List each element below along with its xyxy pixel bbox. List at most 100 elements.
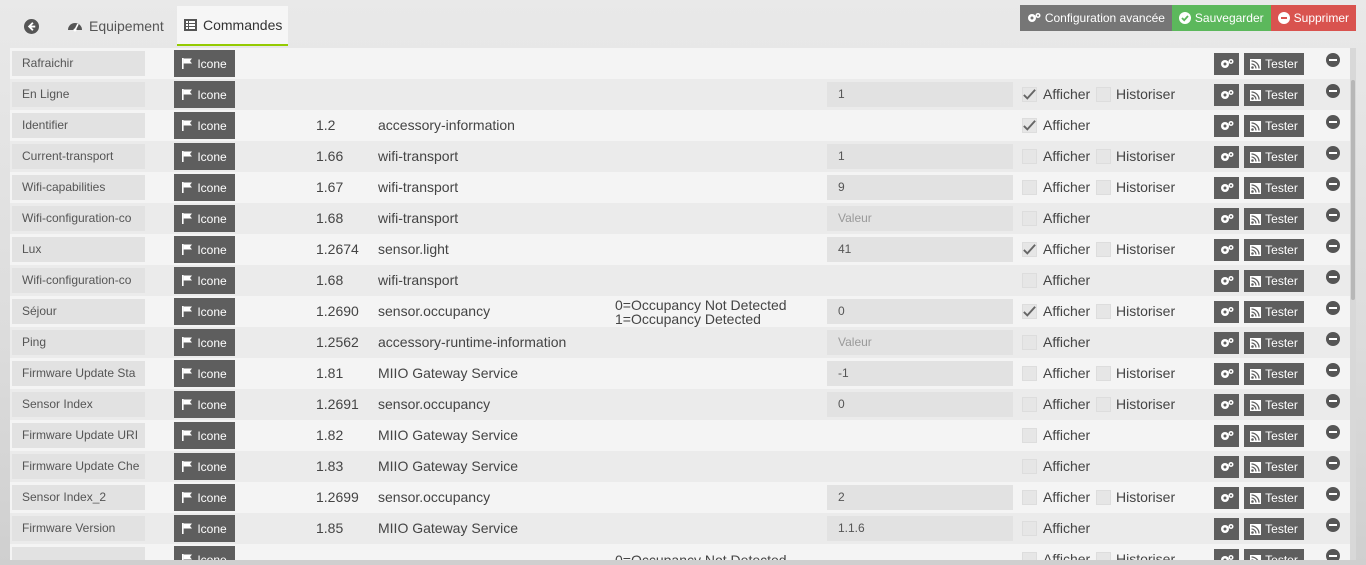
command-name-field[interactable]: Ping	[12, 330, 145, 355]
test-button[interactable]: Tester	[1244, 363, 1304, 385]
test-button[interactable]: Tester	[1244, 239, 1304, 261]
command-config-button[interactable]	[1214, 146, 1239, 168]
value-field[interactable]: 9	[827, 175, 1013, 200]
historiser-checkbox[interactable]	[1096, 366, 1111, 381]
remove-command-icon[interactable]	[1326, 146, 1340, 160]
remove-command-icon[interactable]	[1326, 301, 1340, 315]
remove-command-icon[interactable]	[1326, 84, 1340, 98]
command-name-field[interactable]: Sensor Index	[12, 392, 145, 417]
command-config-button[interactable]	[1214, 208, 1239, 230]
test-button[interactable]: Tester	[1244, 394, 1304, 416]
command-name-field[interactable]: Firmware Update Che	[12, 454, 145, 479]
advanced-config-button[interactable]: Configuration avancée	[1019, 5, 1172, 31]
afficher-checkbox[interactable]	[1022, 335, 1037, 350]
command-name-field[interactable]: Current-transport	[12, 144, 145, 169]
test-button[interactable]: Tester	[1244, 270, 1304, 292]
historiser-checkbox[interactable]	[1096, 242, 1111, 257]
historiser-checkbox[interactable]	[1096, 552, 1111, 560]
icon-button[interactable]: Icone	[174, 205, 235, 232]
value-field[interactable]: -1	[827, 361, 1013, 386]
icon-button[interactable]: Icone	[174, 453, 235, 480]
remove-command-icon[interactable]	[1326, 518, 1340, 532]
test-button[interactable]: Tester	[1244, 549, 1304, 560]
remove-command-icon[interactable]	[1326, 270, 1340, 284]
command-name-field[interactable]: Séjour	[12, 299, 145, 324]
value-field[interactable]: 1	[827, 82, 1013, 107]
command-config-button[interactable]	[1214, 487, 1239, 509]
remove-command-icon[interactable]	[1326, 456, 1340, 470]
historiser-checkbox[interactable]	[1096, 180, 1111, 195]
command-config-button[interactable]	[1214, 518, 1239, 540]
command-name-field[interactable]: En Ligne	[12, 82, 145, 107]
icon-button[interactable]: Icone	[174, 391, 235, 418]
afficher-checkbox[interactable]	[1022, 180, 1037, 195]
command-name-field[interactable]: Firmware Update Sta	[12, 361, 145, 386]
value-field[interactable]: 1.1.6	[827, 516, 1013, 541]
value-field[interactable]: 0	[827, 299, 1013, 324]
remove-command-icon[interactable]	[1326, 115, 1340, 129]
test-button[interactable]: Tester	[1244, 177, 1304, 199]
afficher-checkbox[interactable]	[1022, 149, 1037, 164]
command-name-field[interactable]: Firmware Update URI	[12, 423, 145, 448]
icon-button[interactable]: Icone	[174, 329, 235, 356]
command-name-field[interactable]: Firmware Version	[12, 516, 145, 541]
afficher-checkbox[interactable]	[1022, 552, 1037, 560]
icon-button[interactable]: Icone	[174, 267, 235, 294]
icon-button[interactable]: Icone	[174, 515, 235, 542]
command-config-button[interactable]	[1214, 332, 1239, 354]
command-config-button[interactable]	[1214, 115, 1239, 137]
command-config-button[interactable]	[1214, 363, 1239, 385]
afficher-checkbox[interactable]	[1022, 304, 1037, 319]
command-config-button[interactable]	[1214, 239, 1239, 261]
afficher-checkbox[interactable]	[1022, 118, 1037, 133]
afficher-checkbox[interactable]	[1022, 521, 1037, 536]
test-button[interactable]: Tester	[1244, 301, 1304, 323]
value-field[interactable]: Valeur	[827, 206, 1013, 231]
icon-button[interactable]: Icone	[174, 546, 235, 560]
tab-commandes[interactable]: Commandes	[177, 6, 288, 46]
remove-command-icon[interactable]	[1326, 208, 1340, 222]
remove-command-icon[interactable]	[1326, 394, 1340, 408]
command-name-field[interactable]: Lux	[12, 237, 145, 262]
test-button[interactable]: Tester	[1244, 53, 1304, 75]
icon-button[interactable]: Icone	[174, 422, 235, 449]
back-button[interactable]	[14, 6, 48, 46]
command-config-button[interactable]	[1214, 270, 1239, 292]
command-name-field[interactable]	[12, 547, 145, 560]
historiser-checkbox[interactable]	[1096, 87, 1111, 102]
afficher-checkbox[interactable]	[1022, 273, 1037, 288]
value-field[interactable]: 1	[827, 144, 1013, 169]
afficher-checkbox[interactable]	[1022, 397, 1037, 412]
value-field[interactable]: 41	[827, 237, 1013, 262]
icon-button[interactable]: Icone	[174, 81, 235, 108]
save-button[interactable]: Sauvegarder	[1171, 5, 1271, 31]
remove-command-icon[interactable]	[1326, 239, 1340, 253]
icon-button[interactable]: Icone	[174, 236, 235, 263]
test-button[interactable]: Tester	[1244, 518, 1304, 540]
command-config-button[interactable]	[1214, 549, 1239, 560]
historiser-checkbox[interactable]	[1096, 490, 1111, 505]
value-field[interactable]: 2	[827, 485, 1013, 510]
icon-button[interactable]: Icone	[174, 50, 235, 77]
afficher-checkbox[interactable]	[1022, 242, 1037, 257]
test-button[interactable]: Tester	[1244, 146, 1304, 168]
command-name-field[interactable]: Identifier	[12, 113, 145, 138]
remove-command-icon[interactable]	[1326, 549, 1340, 560]
command-config-button[interactable]	[1214, 177, 1239, 199]
afficher-checkbox[interactable]	[1022, 428, 1037, 443]
icon-button[interactable]: Icone	[174, 112, 235, 139]
command-config-button[interactable]	[1214, 425, 1239, 447]
command-name-field[interactable]: Wifi-configuration-co	[12, 206, 145, 231]
historiser-checkbox[interactable]	[1096, 304, 1111, 319]
afficher-checkbox[interactable]	[1022, 459, 1037, 474]
command-name-field[interactable]: Wifi-configuration-co	[12, 268, 145, 293]
command-config-button[interactable]	[1214, 84, 1239, 106]
icon-button[interactable]: Icone	[174, 174, 235, 201]
test-button[interactable]: Tester	[1244, 425, 1304, 447]
tab-equipement[interactable]: Equipement	[60, 6, 172, 46]
command-config-button[interactable]	[1214, 53, 1239, 75]
remove-command-icon[interactable]	[1326, 363, 1340, 377]
command-config-button[interactable]	[1214, 394, 1239, 416]
command-config-button[interactable]	[1214, 456, 1239, 478]
icon-button[interactable]: Icone	[174, 484, 235, 511]
